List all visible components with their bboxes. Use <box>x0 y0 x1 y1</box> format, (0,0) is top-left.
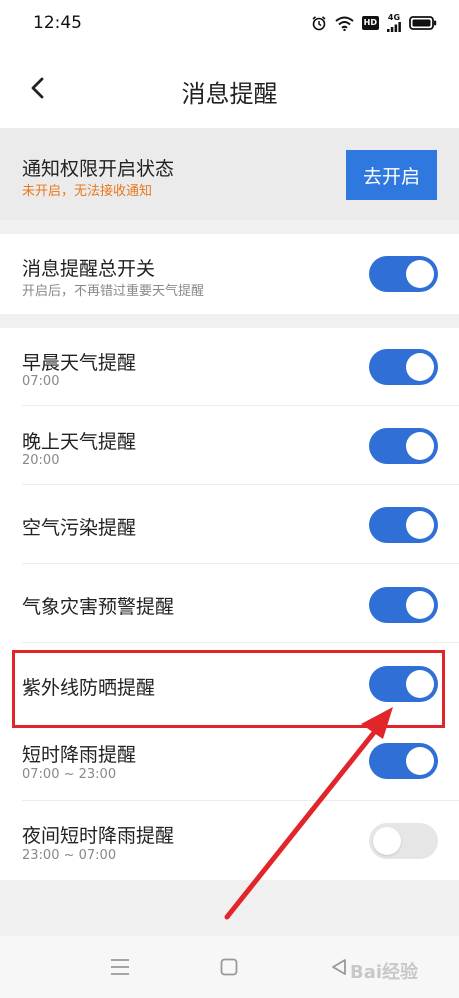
annotation-arrow <box>224 707 393 920</box>
home-square-icon[interactable] <box>220 958 238 976</box>
menu-icon[interactable] <box>110 958 130 976</box>
back-triangle-icon[interactable] <box>330 958 348 976</box>
watermark: Bai经验 <box>350 962 419 983</box>
